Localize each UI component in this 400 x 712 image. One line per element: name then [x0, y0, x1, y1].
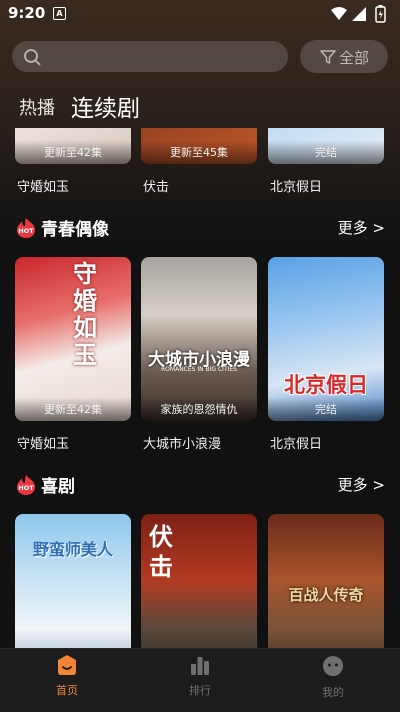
poster: 更新至42集 — [15, 128, 131, 164]
section-title: 喜剧 — [41, 477, 75, 497]
wifi-icon — [331, 7, 347, 20]
hot-icon: HOT — [17, 218, 35, 238]
poster: 大城市小浪漫 ROMANCES IN BIG CITIES 家族的恩怨情仇 — [141, 257, 257, 421]
ranking-icon — [191, 657, 209, 675]
filter-icon — [320, 50, 336, 64]
filter-label: 全部 — [339, 49, 370, 67]
poster-badge: 完结 — [268, 140, 384, 164]
poster-text: 百战人传奇 — [288, 586, 364, 604]
section-title: 青春偶像 — [41, 220, 109, 240]
content-scroll[interactable]: 更新至42集 守婚如玉 更新至45集 伏击 完结 北京假日 HOT 青春偶像 更… — [0, 128, 400, 648]
media-card[interactable]: 守婚如玉 更新至42集 守婚如玉 — [15, 257, 131, 452]
media-title: 守婚如玉 — [17, 180, 70, 195]
media-card[interactable]: 大城市小浪漫 ROMANCES IN BIG CITIES 家族的恩怨情仇 大城… — [141, 257, 257, 452]
media-card[interactable]: 更新至45集 伏击 — [141, 128, 257, 195]
nav-home[interactable]: 首页 — [27, 655, 107, 698]
search-icon — [24, 49, 41, 66]
nav-label: 首页 — [56, 684, 78, 697]
poster-text: 伏击 — [149, 523, 173, 581]
poster: 北京假日 完结 — [268, 257, 384, 421]
media-title: 北京假日 — [270, 437, 323, 452]
tab-series[interactable]: 连续剧 — [71, 89, 140, 123]
poster-subtitle: ROMANCES IN BIG CITIES — [161, 366, 237, 373]
poster: 伏击 — [141, 514, 257, 648]
media-card[interactable]: 百战人传奇 — [268, 514, 384, 648]
notification-icon: A — [53, 7, 66, 20]
more-link[interactable]: 更多 > — [338, 474, 385, 495]
poster-badge: 家族的恩怨情仇 — [141, 397, 257, 421]
poster-text: 野蛮师美人 — [32, 540, 113, 559]
poster: 野蛮师美人 — [15, 514, 131, 648]
poster-badge: 完结 — [268, 397, 384, 421]
media-card[interactable]: 北京假日 完结 北京假日 — [268, 257, 384, 452]
nav-profile[interactable]: 我的 — [293, 655, 373, 700]
media-title: 守婚如玉 — [17, 437, 70, 452]
media-card[interactable]: 伏击 — [141, 514, 257, 648]
poster-text: 北京假日 — [284, 373, 368, 397]
poster-badge: 更新至42集 — [15, 140, 131, 164]
section-header-comedy: HOT 喜剧 更多 > — [15, 472, 385, 497]
poster: 百战人传奇 — [268, 514, 384, 648]
more-link[interactable]: 更多 > — [338, 217, 385, 238]
poster: 更新至45集 — [141, 128, 257, 164]
media-title: 大城市小浪漫 — [143, 437, 222, 452]
hot-icon: HOT — [17, 475, 35, 495]
poster-badge: 更新至45集 — [141, 140, 257, 164]
media-title: 伏击 — [143, 180, 170, 195]
nav-ranking[interactable]: 排行 — [160, 655, 240, 698]
status-bar: 9:20 A — [0, 0, 400, 28]
media-card[interactable]: 完结 北京假日 — [268, 128, 384, 195]
bottom-navigation: 首页 排行 我的 — [0, 648, 400, 712]
svg-text:HOT: HOT — [18, 484, 34, 492]
poster: 守婚如玉 更新至42集 — [15, 257, 131, 421]
filter-button[interactable]: 全部 — [300, 40, 388, 73]
home-icon — [58, 655, 76, 675]
media-title: 北京假日 — [270, 180, 323, 195]
media-card[interactable]: 野蛮师美人 — [15, 514, 131, 648]
status-time: 9:20 — [8, 4, 46, 22]
profile-icon — [323, 656, 343, 676]
media-card[interactable]: 更新至42集 守婚如玉 — [15, 128, 131, 195]
status-icons — [330, 5, 392, 27]
nav-label: 排行 — [189, 684, 211, 697]
tab-hot[interactable]: 热播 — [19, 94, 55, 120]
signal-icon — [352, 7, 366, 21]
svg-text:HOT: HOT — [18, 227, 34, 235]
section-header-youth: HOT 青春偶像 更多 > — [15, 215, 385, 240]
poster-badge: 更新至42集 — [15, 397, 131, 421]
poster-text: 守婚如玉 — [73, 260, 97, 369]
search-input[interactable] — [12, 41, 288, 72]
poster: 完结 — [268, 128, 384, 164]
nav-label: 我的 — [322, 686, 344, 699]
